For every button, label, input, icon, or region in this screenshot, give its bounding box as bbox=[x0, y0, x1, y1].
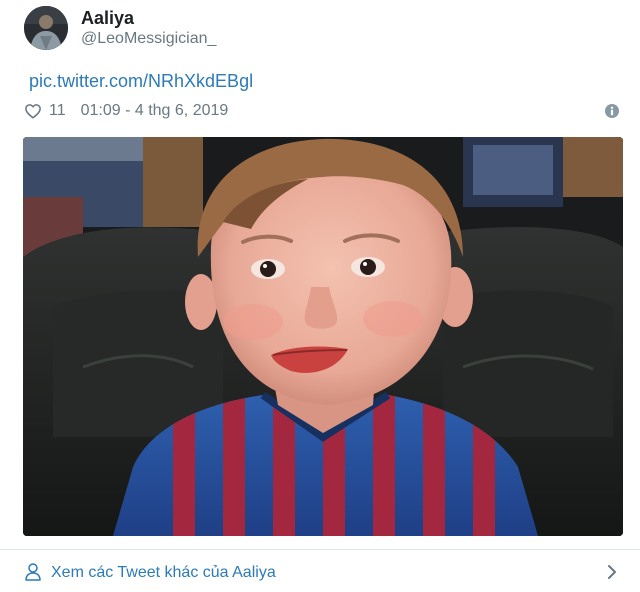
chevron-right-icon bbox=[606, 563, 618, 581]
tweet-header: Aaliya @LeoMessigician_ bbox=[24, 5, 216, 51]
author-names: Aaliya @LeoMessigician_ bbox=[81, 7, 216, 49]
tweet-meta: 11 01:09 - 4 thg 6, 2019 bbox=[24, 100, 228, 122]
author-display-name[interactable]: Aaliya bbox=[81, 7, 216, 29]
author-handle[interactable]: @LeoMessigician_ bbox=[81, 29, 216, 49]
like-count[interactable]: 11 bbox=[49, 102, 66, 120]
tweet-photo[interactable] bbox=[23, 137, 623, 536]
info-icon[interactable] bbox=[605, 104, 619, 118]
tweet-timestamp[interactable]: 01:09 - 4 thg 6, 2019 bbox=[81, 102, 229, 120]
person-icon bbox=[25, 563, 41, 581]
more-tweets-label: Xem các Tweet khác của Aaliya bbox=[51, 564, 276, 581]
avatar[interactable] bbox=[24, 6, 68, 50]
tweet-media-link[interactable]: pic.twitter.com/NRhXkdEBgl bbox=[29, 69, 253, 93]
more-tweets-link[interactable]: Xem các Tweet khác của Aaliya bbox=[0, 550, 640, 592]
heart-icon[interactable] bbox=[24, 102, 42, 120]
embedded-tweet: Aaliya @LeoMessigician_ pic.twitter.com/… bbox=[0, 0, 640, 592]
